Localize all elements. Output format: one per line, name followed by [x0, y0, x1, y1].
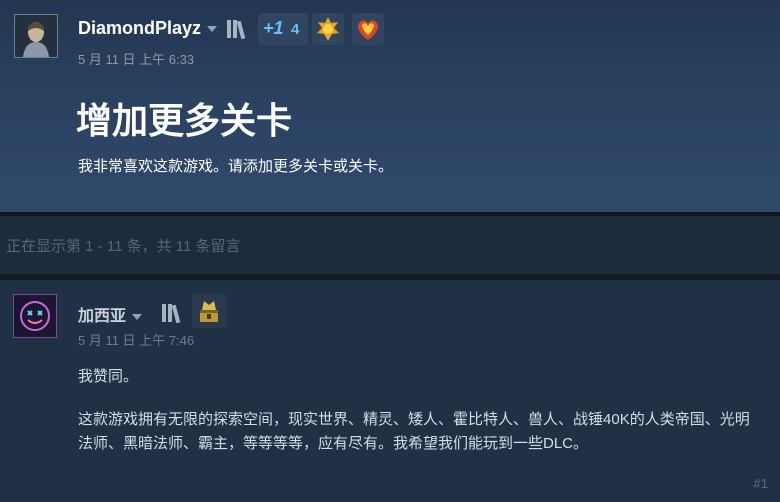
topic-title: 增加更多关卡: [76, 100, 293, 141]
author-avatar[interactable]: [14, 14, 58, 58]
topic-timestamp: 5 月 11 日 上午 6:33: [78, 52, 195, 67]
author-name[interactable]: DiamondPlayz: [78, 18, 218, 39]
post-number-link[interactable]: #1: [754, 476, 768, 491]
badge-flame-heart[interactable]: [352, 13, 384, 45]
fire-emblem-icon: [317, 17, 339, 41]
chevron-down-icon[interactable]: [207, 26, 218, 33]
level-badge[interactable]: +1 4: [258, 13, 308, 45]
comment-count-text: 正在显示第 1 - 11 条，共 11 条留言: [6, 238, 241, 255]
treasure-badge-icon: [200, 301, 218, 322]
comment-text: 这款游戏拥有无限的探索空间，现实世界、精灵、矮人、霍比特人、兽人、战锤40K的人…: [78, 411, 750, 452]
commenter-name-text[interactable]: 加西亚: [78, 308, 126, 325]
commenter-avatar[interactable]: [13, 294, 57, 338]
commenter-name[interactable]: 加西亚: [78, 302, 143, 326]
chevron-down-icon[interactable]: [132, 313, 143, 320]
comment-item: 加西亚 5 月 11 日 上午 7:46 我赞同。 这款游戏拥有无限的探索空间，…: [0, 280, 780, 502]
comment-text: 我赞同。: [78, 368, 139, 385]
comment-timestamp: 5 月 11 日 上午 7:46: [78, 333, 195, 348]
topic-header: DiamondPlayz +1 4 5 月 11 日 上午 6:33 增加更多关…: [0, 0, 780, 212]
library-icon[interactable]: [226, 18, 248, 40]
flame-heart-icon: [358, 20, 378, 40]
topic-body: 我非常喜欢这款游戏。请添加更多关卡或关卡。: [78, 158, 394, 175]
comment-count-bar: 正在显示第 1 - 11 条，共 11 条留言: [0, 216, 780, 274]
library-icon[interactable]: [161, 302, 183, 324]
level-badge-count: 4: [291, 21, 300, 38]
badge-fire-emblem[interactable]: [312, 13, 344, 45]
level-badge-plus: +1: [263, 18, 284, 38]
author-name-text[interactable]: DiamondPlayz: [78, 18, 201, 38]
commenter-badge[interactable]: [192, 294, 226, 328]
